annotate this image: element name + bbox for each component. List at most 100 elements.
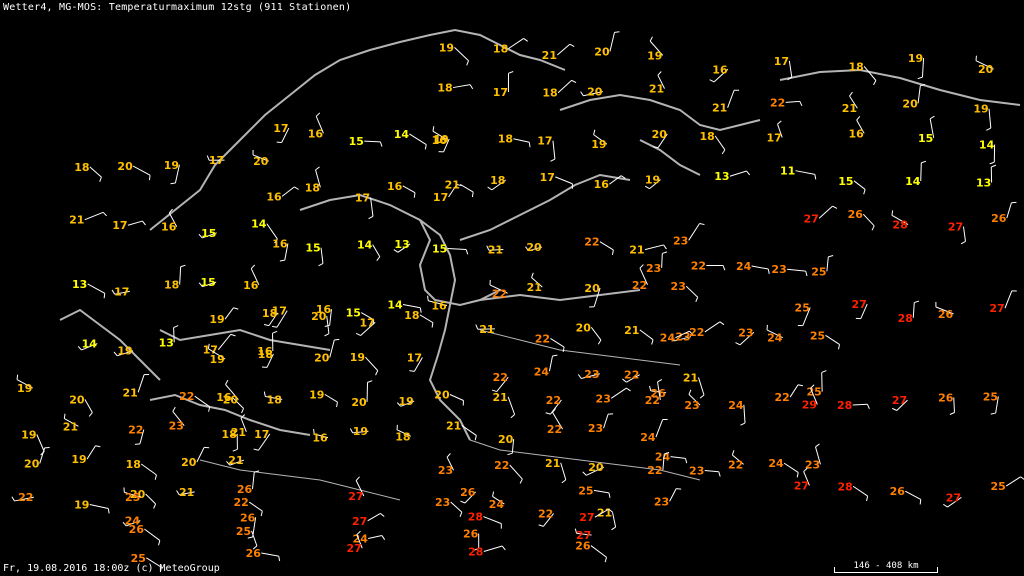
station-marker: 15 [349, 135, 383, 148]
wind-barb [409, 133, 427, 145]
station-temperature: 22 [647, 464, 662, 477]
wind-barb-feather [492, 491, 495, 497]
wind-barb-feather [487, 186, 493, 191]
wind-barb-feather [699, 223, 705, 226]
wind-barb-feather [134, 443, 140, 445]
wind-barb [557, 43, 571, 56]
wind-barb [508, 38, 524, 49]
wind-barb-feather [528, 142, 531, 148]
wind-barb-feather [324, 333, 330, 337]
station-marker: 14 [394, 128, 427, 150]
station-temperature: 13 [72, 278, 87, 291]
wind-barb-feather [828, 255, 834, 258]
wind-barb [698, 377, 705, 396]
station-marker: 23 [671, 280, 699, 303]
station-marker: 26 [991, 201, 1017, 225]
station-marker: 20 [181, 446, 210, 469]
wind-barb-feather [986, 127, 992, 131]
wind-barb-feather [943, 503, 948, 508]
station-temperature: 19 [647, 49, 662, 62]
wind-barb-feather [740, 422, 746, 426]
wind-barb [920, 162, 922, 182]
station-marker: 21 [123, 373, 150, 399]
station-marker: 19 [74, 499, 110, 514]
wind-barb-feather [381, 535, 386, 540]
wind-barb [917, 85, 921, 104]
station-temperature: 21 [69, 214, 84, 227]
wind-barb-feather [375, 370, 379, 376]
station-temperature: 17 [355, 191, 370, 204]
wind-barb [367, 512, 381, 522]
station-marker: 26 [237, 470, 260, 496]
station-temperature: 21 [123, 386, 138, 399]
wind-barb [483, 516, 502, 525]
station-temperature: 14 [979, 139, 995, 152]
station-temperature: 21 [842, 102, 857, 115]
station-marker: 24 [766, 324, 783, 345]
wind-barb [89, 504, 109, 510]
station-temperature: 20 [311, 310, 327, 323]
station-marker: 26 [848, 208, 875, 231]
wind-barb-feather [777, 120, 782, 125]
wind-barb-feather [561, 479, 567, 484]
station-temperature: 23 [689, 464, 704, 477]
station-temperature: 18 [305, 181, 320, 194]
station-temperature: 22 [728, 458, 743, 471]
station-temperature: 20 [351, 396, 367, 409]
station-temperature: 15 [918, 132, 933, 145]
wind-barb-feather [856, 115, 861, 121]
station-marker: 22 [11, 491, 34, 504]
station-temperature: 21 [683, 371, 698, 384]
station-temperature: 14 [82, 338, 98, 351]
station-temperature: 17 [114, 285, 129, 298]
map-canvas[interactable]: 18 20 19 17 2021 17 16 1514131718 15 1614191317 16… [0, 0, 1024, 576]
wind-barb [402, 304, 421, 309]
wind-barb-feather [474, 435, 477, 441]
station-marker: 18 [263, 391, 283, 406]
wind-barb-feather [580, 91, 584, 97]
station-temperature: 16 [387, 180, 403, 193]
wind-barb-feather [508, 71, 514, 74]
station-marker: 21 [69, 211, 107, 227]
wind-barb [729, 170, 747, 177]
station-temperature: 18 [267, 393, 282, 406]
wind-barb-feather [230, 333, 236, 337]
station-temperature: 21 [545, 457, 560, 470]
wind-barb [751, 265, 769, 270]
station-marker: 16 [709, 63, 729, 83]
station-marker: 20 [311, 310, 330, 337]
station-marker: 21 [226, 454, 245, 467]
station-marker: 18 [395, 424, 412, 443]
station-marker: 16 [161, 208, 178, 234]
station-temperature: 27 [948, 221, 963, 234]
wind-barb [826, 256, 829, 272]
station-temperature: 19 [353, 425, 368, 438]
wind-barb [144, 528, 161, 541]
station-temperature: 19 [439, 41, 454, 54]
wind-barb-feather [95, 445, 101, 448]
station-temperature: 27 [852, 298, 867, 311]
station-marker: 19 [591, 129, 608, 151]
station-marker: 23 [654, 488, 682, 508]
station-temperature: 24 [768, 457, 784, 470]
station-marker: 19 [973, 103, 992, 131]
wind-barb-feather [158, 540, 161, 546]
station-temperature: 15 [305, 242, 320, 255]
wind-barb [1004, 290, 1013, 309]
wind-barb-feather [649, 36, 653, 42]
station-marker: 17 [253, 428, 271, 451]
wind-barb-feather [838, 344, 841, 350]
station-marker: 22 [584, 236, 614, 255]
station-temperature: 19 [209, 313, 224, 326]
station-temperature: 23 [169, 420, 184, 433]
station-temperature: 19 [973, 103, 988, 116]
station-temperature: 24 [489, 498, 505, 511]
station-temperature: 22 [645, 394, 660, 407]
station-temperature: 21 [228, 454, 243, 467]
station-marker: 13 [72, 278, 106, 299]
station-marker: 23 [435, 496, 463, 517]
wind-barb-feather [873, 80, 877, 86]
wind-barb-feather [991, 164, 997, 168]
station-marker: 26 [129, 523, 161, 546]
station-marker: 21 [842, 91, 858, 115]
